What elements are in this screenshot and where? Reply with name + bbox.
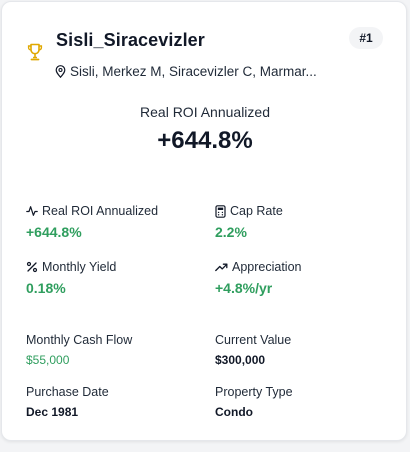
metric-label: Monthly Yield: [42, 260, 117, 274]
detail-value: Condo: [215, 405, 253, 419]
location-row: Sisli, Merkez M, Siracevizler C, Marmar.…: [55, 62, 355, 80]
percent-icon: [26, 261, 38, 273]
metric-label: Appreciation: [232, 260, 302, 274]
activity-icon: [26, 206, 38, 216]
property-name: Sisli_Siracevizler: [56, 30, 205, 50]
property-card[interactable]: Sisli_Siracevizler #1 Sisli, Merkez M, S…: [1, 1, 407, 441]
calculator-icon: [215, 204, 226, 218]
detail-label: Purchase Date: [26, 385, 109, 399]
detail-value: $55,000: [26, 353, 70, 367]
metric-monthly-yield: Monthly Yield 0.18%: [26, 259, 116, 296]
metric-value: +4.8%/yr: [215, 280, 273, 296]
metric-cap-rate: Cap Rate 2.2%: [215, 203, 283, 240]
metric-appreciation: Appreciation +4.8%/yr: [215, 259, 302, 296]
detail-label: Property Type: [215, 385, 293, 399]
trophy-icon: [27, 43, 43, 61]
trending-up-icon: [215, 263, 228, 272]
location-text: Sisli, Merkez M, Siracevizler C, Marmar.…: [70, 63, 317, 79]
hero-metric-label: Real ROI Annualized: [140, 104, 270, 120]
metric-label: Real ROI Annualized: [42, 204, 159, 218]
detail-value: Dec 1981: [26, 405, 79, 419]
map-pin-icon: [55, 64, 66, 78]
detail-monthly-cash-flow: Monthly Cash Flow $55,000: [26, 333, 132, 367]
detail-label: Current Value: [215, 333, 292, 347]
metric-real-roi: Real ROI Annualized +644.8%: [26, 203, 158, 240]
metric-value: +644.8%: [26, 224, 82, 240]
detail-label: Monthly Cash Flow: [26, 333, 133, 347]
metric-value: 0.18%: [26, 280, 66, 296]
detail-value: $300,000: [215, 353, 266, 367]
rank-badge: #1: [349, 27, 383, 49]
detail-current-value: Current Value $300,000: [215, 333, 291, 367]
hero-metric-value: +644.8%: [157, 127, 253, 154]
detail-purchase-date: Purchase Date Dec 1981: [26, 385, 109, 419]
detail-property-type: Property Type Condo: [215, 385, 293, 419]
metric-value: 2.2%: [215, 224, 247, 240]
metric-label: Cap Rate: [230, 204, 283, 218]
